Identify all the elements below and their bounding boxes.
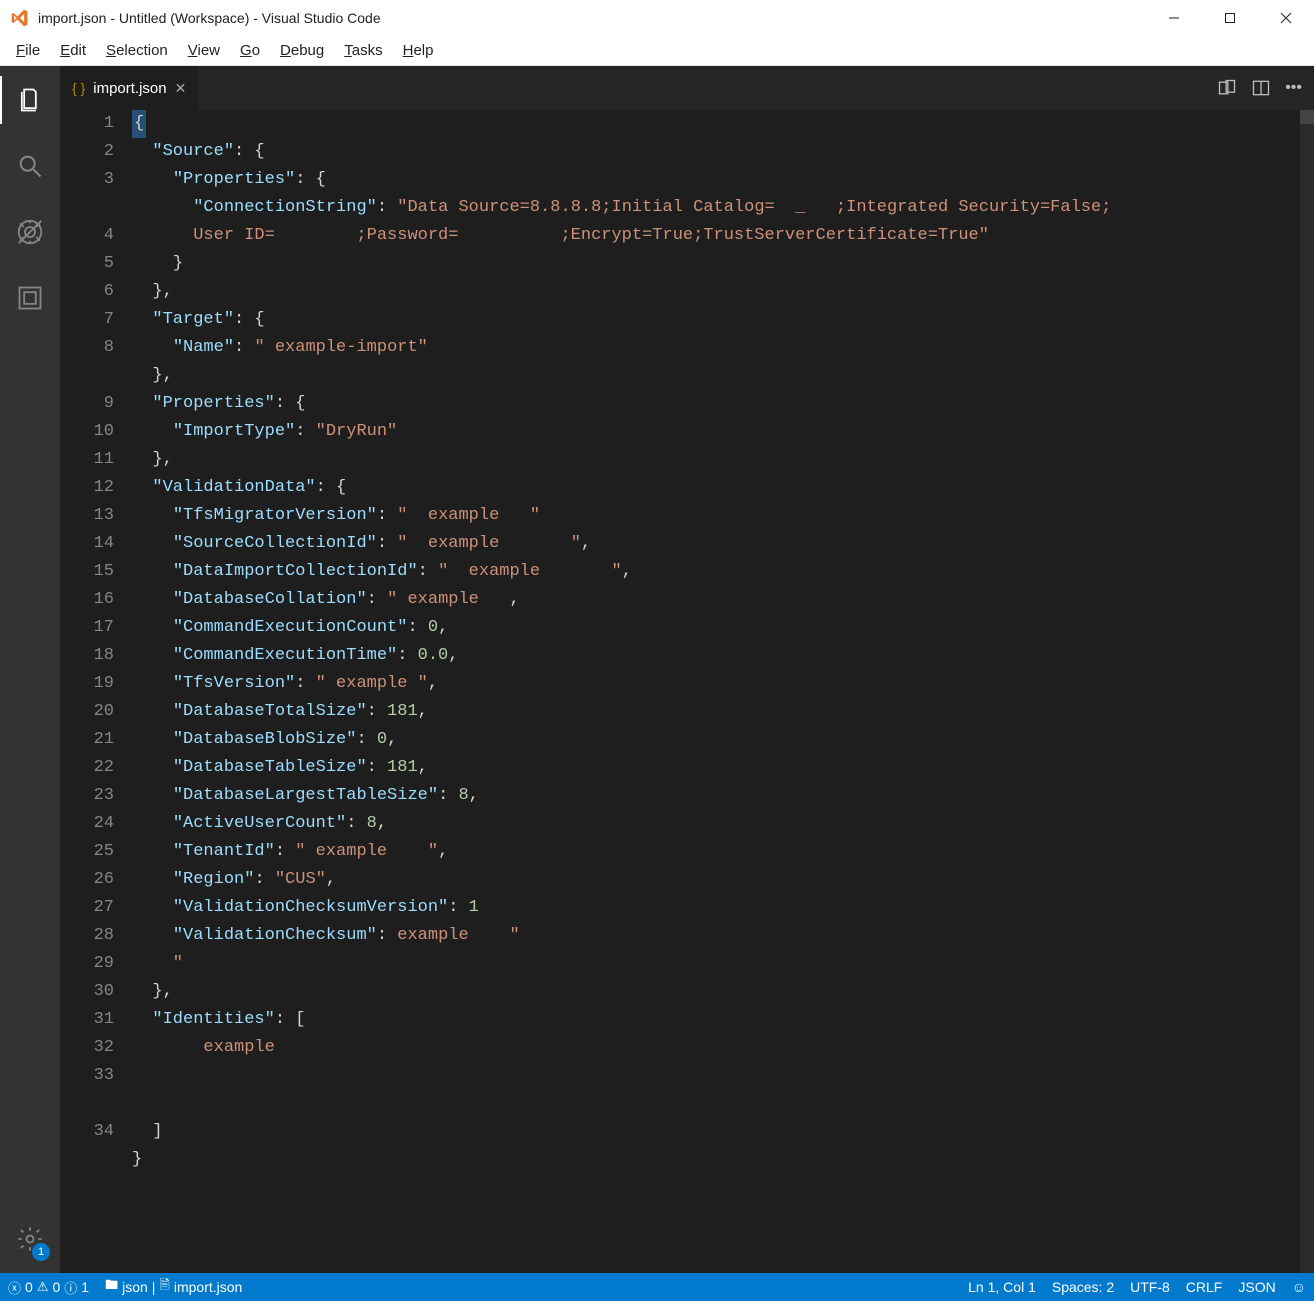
status-bar: ⓧ0 ⚠0 ⓘ1 🖿 json | 🖹 import.json Ln 1, Co… — [0, 1273, 1314, 1301]
settings-badge: 1 — [32, 1243, 50, 1261]
code-editor[interactable]: 1234567891011121314151617181920212223242… — [60, 110, 1314, 1273]
activity-bar: 1 — [0, 66, 60, 1273]
compare-changes-icon[interactable] — [1217, 78, 1237, 98]
code-content[interactable]: { "Source": { "Properties": { "Connectio… — [132, 110, 1314, 1273]
activity-explorer[interactable] — [0, 76, 60, 124]
close-button[interactable] — [1258, 0, 1314, 36]
more-actions-icon[interactable]: ••• — [1285, 79, 1302, 97]
activity-debug[interactable] — [0, 208, 60, 256]
warning-icon: ⚠ — [37, 1279, 49, 1295]
main-area: 1 { } import.json ✕ ••• 12345678910111 — [0, 66, 1314, 1273]
split-editor-icon[interactable] — [1251, 78, 1271, 98]
window-controls — [1146, 0, 1314, 36]
status-problems[interactable]: ⓧ0 ⚠0 ⓘ1 — [0, 1273, 97, 1301]
activity-search[interactable] — [0, 142, 60, 190]
status-eol[interactable]: CRLF — [1178, 1273, 1231, 1301]
menu-tasks[interactable]: Tasks — [334, 38, 392, 63]
status-feedback-icon[interactable]: ☺ — [1284, 1273, 1314, 1301]
folder-icon: 🖿 — [105, 1276, 118, 1298]
status-encoding[interactable]: UTF-8 — [1122, 1273, 1178, 1301]
vscode-app-icon — [10, 8, 30, 28]
menubar: File Edit Selection View Go Debug Tasks … — [0, 36, 1314, 66]
minimap-scrollbar[interactable] — [1300, 110, 1314, 1273]
window-title: import.json - Untitled (Workspace) - Vis… — [38, 10, 1146, 26]
file-icon: 🖹 — [159, 1276, 169, 1298]
menu-view[interactable]: View — [178, 38, 230, 63]
menu-help[interactable]: Help — [393, 38, 444, 63]
menu-edit[interactable]: Edit — [50, 38, 96, 63]
maximize-button[interactable] — [1202, 0, 1258, 36]
error-icon: ⓧ — [8, 1278, 21, 1297]
menu-debug[interactable]: Debug — [270, 38, 334, 63]
minimize-button[interactable] — [1146, 0, 1202, 36]
json-file-icon: { } — [72, 80, 85, 96]
info-icon: ⓘ — [64, 1278, 77, 1297]
status-cursor-pos[interactable]: Ln 1, Col 1 — [960, 1273, 1044, 1301]
editor-area: { } import.json ✕ ••• 123456789101112131… — [60, 66, 1314, 1273]
activity-extensions[interactable] — [0, 274, 60, 322]
window-titlebar: import.json - Untitled (Workspace) - Vis… — [0, 0, 1314, 36]
tab-filename: import.json — [93, 80, 166, 97]
line-number-gutter: 1234567891011121314151617181920212223242… — [60, 110, 132, 1273]
status-indent[interactable]: Spaces: 2 — [1044, 1273, 1122, 1301]
tab-close-icon[interactable]: ✕ — [175, 80, 187, 97]
status-language[interactable]: JSON — [1230, 1273, 1283, 1301]
tab-bar: { } import.json ✕ ••• — [60, 66, 1314, 110]
status-breadcrumb[interactable]: 🖿 json | 🖹 import.json — [97, 1273, 250, 1301]
tab-import-json[interactable]: { } import.json ✕ — [60, 66, 199, 110]
editor-actions: ••• — [1205, 66, 1314, 110]
menu-go[interactable]: Go — [230, 38, 270, 63]
menu-file[interactable]: File — [6, 38, 50, 63]
menu-selection[interactable]: Selection — [96, 38, 178, 63]
activity-settings[interactable]: 1 — [0, 1215, 60, 1263]
